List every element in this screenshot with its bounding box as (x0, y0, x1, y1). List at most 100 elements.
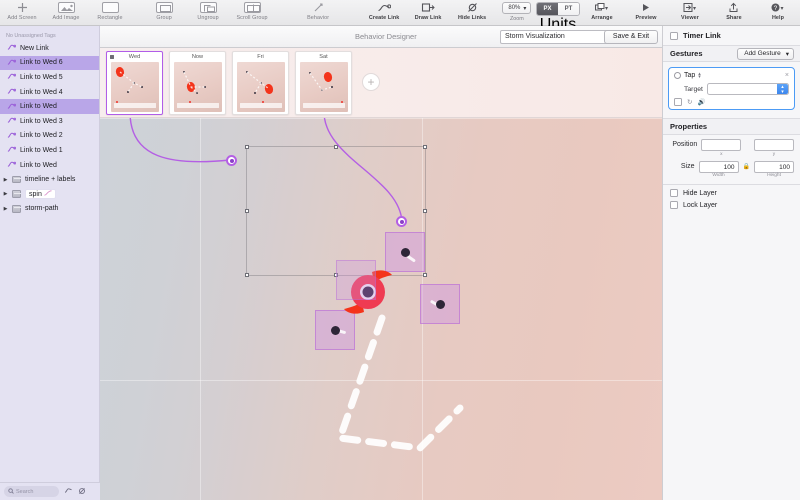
preview-button[interactable]: Preview (624, 0, 668, 26)
hide-links-icon (461, 1, 483, 14)
timer-link-row[interactable]: Timer Link (663, 26, 800, 45)
screens-thumbnail-strip[interactable]: Wed Now Fri Sat + (100, 48, 662, 118)
svg-text:▾: ▾ (605, 6, 608, 12)
ungroup-button[interactable]: Ungroup (186, 0, 230, 26)
sidebar-item-storm-path[interactable]: ▶ storm-path (0, 202, 99, 217)
gesture-option-checkbox[interactable] (674, 98, 682, 106)
sidebar-item-label: Link to Wed 3 (20, 117, 63, 125)
screen-name-label: Fri (257, 54, 264, 60)
chevron-down-icon: ▾ (785, 50, 789, 58)
link-anchor[interactable] (226, 155, 237, 166)
units-option-pt[interactable]: PT (557, 3, 579, 15)
gesture-radio[interactable] (674, 72, 681, 79)
size-height-input[interactable]: 100 (754, 160, 794, 173)
sidebar-item-link-to-wed-1[interactable]: Link to Wed 1 (0, 143, 99, 158)
layers-sidebar[interactable]: No Unassigned Tags New Link Link to Wed 6… (0, 26, 100, 500)
search-icon (8, 487, 14, 496)
add-gesture-button[interactable]: Add Gesture ▾ (737, 47, 794, 60)
timer-link-checkbox[interactable] (670, 31, 678, 40)
disclosure-triangle-icon[interactable]: ▶ (2, 191, 9, 197)
position-x-input[interactable] (701, 139, 742, 151)
gesture-target-row: Target ▴ ▾ (684, 83, 789, 95)
search-input[interactable]: Search (4, 486, 59, 497)
screen-thumbnail-fri[interactable]: Fri (232, 51, 289, 115)
hide-links-button[interactable]: Hide Links (450, 0, 494, 26)
group-button[interactable]: Group (142, 0, 186, 26)
draw-link-button[interactable]: Draw Link (406, 0, 450, 26)
create-link-icon (373, 1, 395, 14)
sidebar-item-link-to-wed-3[interactable]: Link to Wed 3 (0, 114, 99, 129)
sidebar-item-label: Link to Wed 5 (20, 73, 63, 81)
zoom-control[interactable]: 80% ▾ Zoom (502, 0, 532, 22)
rectangle-button[interactable]: Rectangle (88, 0, 132, 26)
hurricane-icon[interactable] (336, 260, 394, 318)
zoom-value: 80% (508, 5, 521, 11)
link-icon[interactable] (64, 487, 73, 496)
position-y-input[interactable] (754, 139, 794, 151)
gesture-card[interactable]: Tap ▴ ▾ × Target ▴ ▾ ↻ 🔊 (668, 67, 795, 110)
sound-icon[interactable]: 🔊 (697, 98, 705, 106)
save-and-exit-button[interactable]: Save & Exit (604, 29, 658, 44)
add-screen-circle-button[interactable]: + (362, 73, 380, 91)
arrange-button[interactable]: ▾ Arrange (580, 0, 624, 26)
screen-preview (299, 61, 348, 112)
sidebar-item-label: storm-path (25, 205, 59, 213)
sidebar-item-chip[interactable]: spin (25, 189, 56, 200)
svg-text:▾: ▾ (780, 6, 783, 12)
sidebar-item-timeline-labels[interactable]: ▶ timeline + labels (0, 172, 99, 187)
sidebar-item-link-to-wed-6[interactable]: Link to Wed 6 (0, 55, 99, 71)
curve-icon (44, 190, 52, 198)
screen-preview (110, 61, 159, 112)
sidebar-header: No Unassigned Tags (6, 32, 56, 39)
close-icon[interactable]: × (785, 72, 789, 79)
main-toolbar: Add Screen Add Image Rectangle Group Ung… (0, 0, 800, 33)
sidebar-item-link-to-wed[interactable]: Link to Wed (0, 158, 99, 173)
link-icon (7, 116, 17, 126)
units-option-px[interactable]: PX (536, 3, 558, 15)
zoom-select[interactable]: 80% ▾ (502, 2, 532, 14)
units-segmented[interactable]: PX PT (535, 2, 580, 16)
share-button[interactable]: Share (712, 0, 756, 26)
link-anchor[interactable] (396, 216, 407, 227)
document-name-input[interactable]: Storm Visualization (500, 29, 612, 44)
design-canvas[interactable]: WED NOW FRI SAT (100, 118, 662, 500)
help-button[interactable]: ? ▾ Help (756, 0, 800, 26)
sidebar-item-spin[interactable]: ▶ spin (0, 187, 99, 202)
hide-layer-row[interactable]: Hide Layer (663, 185, 800, 197)
behavior-button[interactable]: Behavior (307, 0, 329, 26)
scroll-group-button[interactable]: Scroll Group (230, 0, 274, 26)
lock-layer-row[interactable]: Lock Layer (663, 197, 800, 209)
gestures-heading: Gestures (670, 49, 703, 58)
disclosure-triangle-icon[interactable]: ▶ (2, 177, 9, 183)
stepper-icon[interactable]: ▴ ▾ (698, 71, 701, 79)
sidebar-item-link-to-wed-2[interactable]: Link to Wed 2 (0, 129, 99, 144)
disclosure-triangle-icon[interactable]: ▶ (2, 206, 9, 212)
toolbar-group-links: Create Link Draw Link Hide Links (362, 0, 494, 26)
link-icon (7, 43, 17, 53)
hide-links-toggle-icon[interactable] (78, 487, 86, 497)
folder-icon (12, 205, 21, 213)
screen-thumbnail-sat[interactable]: Sat (295, 51, 352, 115)
aspect-lock-icon[interactable]: 🔒 (743, 161, 750, 170)
inspector-panel[interactable]: Timer Link Gestures Add Gesture ▾ Tap ▴ ▾… (662, 26, 800, 500)
add-image-button[interactable]: Add Image (44, 0, 88, 26)
link-icon (7, 87, 17, 97)
sidebar-item-link-to-wed-5[interactable]: Link to Wed 5 (0, 70, 99, 85)
add-screen-button[interactable]: Add Screen (0, 0, 44, 26)
hide-layer-checkbox[interactable] (670, 189, 678, 197)
storm-node[interactable] (420, 284, 460, 324)
gesture-target-select[interactable]: ▴ ▾ (706, 83, 789, 95)
gesture-target-label: Target (684, 85, 703, 93)
viewer-button[interactable]: ▾ Viewer (668, 0, 712, 26)
create-link-button[interactable]: Create Link (362, 0, 406, 26)
repeat-icon[interactable]: ↻ (687, 98, 692, 106)
sidebar-item-new-link[interactable]: New Link (0, 41, 99, 56)
share-icon (723, 1, 745, 14)
lock-layer-checkbox[interactable] (670, 201, 678, 209)
sidebar-item-link-to-wed-4[interactable]: Link to Wed 4 (0, 85, 99, 100)
screen-thumbnail-wed[interactable]: Wed (106, 51, 163, 115)
screen-thumbnail-now[interactable]: Now (169, 51, 226, 115)
sidebar-item-link-to-wed[interactable]: Link to Wed (0, 99, 99, 114)
rectangle-label: Rectangle (97, 15, 123, 21)
size-width-input[interactable]: 100 (698, 160, 739, 173)
